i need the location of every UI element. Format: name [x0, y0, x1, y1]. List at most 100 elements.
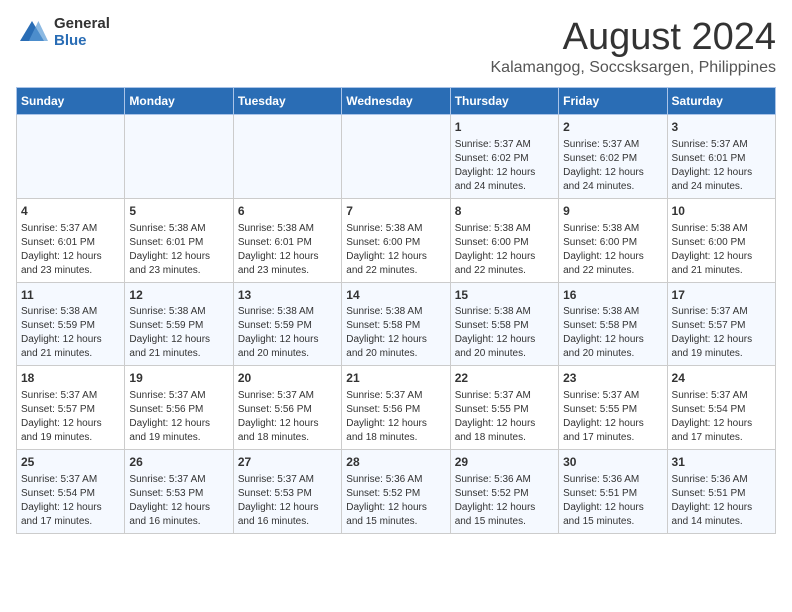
- day-number: 11: [21, 287, 120, 304]
- calendar-cell: 23Sunrise: 5:37 AM Sunset: 5:55 PM Dayli…: [559, 366, 667, 450]
- day-info: Sunrise: 5:38 AM Sunset: 5:58 PM Dayligh…: [346, 305, 445, 361]
- calendar-cell: 15Sunrise: 5:38 AM Sunset: 5:58 PM Dayli…: [450, 282, 558, 366]
- day-info: Sunrise: 5:38 AM Sunset: 6:00 PM Dayligh…: [563, 222, 662, 278]
- calendar-week-row: 11Sunrise: 5:38 AM Sunset: 5:59 PM Dayli…: [17, 282, 776, 366]
- calendar-cell: [342, 115, 450, 199]
- logo-blue-label: Blue: [54, 33, 110, 50]
- weekday-header-tuesday: Tuesday: [233, 88, 341, 115]
- day-info: Sunrise: 5:36 AM Sunset: 5:51 PM Dayligh…: [563, 473, 662, 529]
- calendar-cell: 6 Sunrise: 5:38 AM Sunset: 6:01 PM Daylig…: [233, 198, 341, 282]
- logo: General Blue: [16, 16, 110, 49]
- day-info: Sunrise: 5:36 AM Sunset: 5:52 PM Dayligh…: [346, 473, 445, 529]
- day-number: 8: [455, 203, 554, 220]
- day-number: 5: [129, 203, 228, 220]
- day-info: Sunrise: 5:38 AM Sunset: 5:59 PM Dayligh…: [238, 305, 337, 361]
- calendar-cell: 22Sunrise: 5:37 AM Sunset: 5:55 PM Dayli…: [450, 366, 558, 450]
- day-number: 25: [21, 454, 120, 471]
- day-info: Sunrise: 5:37 AM Sunset: 5:54 PM Dayligh…: [21, 473, 120, 529]
- calendar-week-row: 4Sunrise: 5:37 AM Sunset: 6:01 PM Daylig…: [17, 198, 776, 282]
- calendar-cell: 28 Sunrise: 5:36 AM Sunset: 5:52 PM Dayli…: [342, 450, 450, 534]
- calendar-cell: 25 Sunrise: 5:37 AM Sunset: 5:54 PM Dayli…: [17, 450, 125, 534]
- day-number: 14: [346, 287, 445, 304]
- day-info: Sunrise: 5:37 AM Sunset: 6:01 PM Dayligh…: [672, 138, 771, 194]
- weekday-header-monday: Monday: [125, 88, 233, 115]
- day-number: 27: [238, 454, 337, 471]
- calendar-cell: 30Sunrise: 5:36 AM Sunset: 5:51 PM Dayli…: [559, 450, 667, 534]
- day-info: Sunrise: 5:37 AM Sunset: 6:02 PM Dayligh…: [455, 138, 554, 194]
- day-number: 21: [346, 370, 445, 387]
- weekday-header-wednesday: Wednesday: [342, 88, 450, 115]
- day-info: Sunrise: 5:38 AM Sunset: 6:00 PM Dayligh…: [455, 222, 554, 278]
- title-block: August 2024 Kalamangog, Soccsksargen, Ph…: [491, 16, 777, 77]
- calendar-cell: 24 Sunrise: 5:37 AM Sunset: 5:54 PM Dayli…: [667, 366, 775, 450]
- calendar-cell: [233, 115, 341, 199]
- calendar-cell: 11Sunrise: 5:38 AM Sunset: 5:59 PM Dayli…: [17, 282, 125, 366]
- location-subtitle: Kalamangog, Soccsksargen, Philippines: [491, 59, 777, 77]
- day-number: 20: [238, 370, 337, 387]
- day-info: Sunrise: 5:37 AM Sunset: 5:53 PM Dayligh…: [129, 473, 228, 529]
- day-info: Sunrise: 5:37 AM Sunset: 5:53 PM Dayligh…: [238, 473, 337, 529]
- weekday-header-sunday: Sunday: [17, 88, 125, 115]
- calendar-cell: 9 Sunrise: 5:38 AM Sunset: 6:00 PM Daylig…: [559, 198, 667, 282]
- day-number: 19: [129, 370, 228, 387]
- day-info: Sunrise: 5:37 AM Sunset: 5:57 PM Dayligh…: [21, 389, 120, 445]
- day-number: 1: [455, 119, 554, 136]
- calendar-cell: 19 Sunrise: 5:37 AM Sunset: 5:56 PM Dayli…: [125, 366, 233, 450]
- weekday-header-friday: Friday: [559, 88, 667, 115]
- day-info: Sunrise: 5:38 AM Sunset: 5:58 PM Dayligh…: [455, 305, 554, 361]
- calendar-cell: 13Sunrise: 5:38 AM Sunset: 5:59 PM Dayli…: [233, 282, 341, 366]
- calendar-cell: 2Sunrise: 5:37 AM Sunset: 6:02 PM Daylig…: [559, 115, 667, 199]
- day-info: Sunrise: 5:38 AM Sunset: 5:58 PM Dayligh…: [563, 305, 662, 361]
- calendar-cell: 31Sunrise: 5:36 AM Sunset: 5:51 PM Dayli…: [667, 450, 775, 534]
- day-number: 9: [563, 203, 662, 220]
- calendar-table: SundayMondayTuesdayWednesdayThursdayFrid…: [16, 87, 776, 534]
- day-info: Sunrise: 5:37 AM Sunset: 5:56 PM Dayligh…: [129, 389, 228, 445]
- calendar-week-row: 25 Sunrise: 5:37 AM Sunset: 5:54 PM Dayli…: [17, 450, 776, 534]
- calendar-cell: 20 Sunrise: 5:37 AM Sunset: 5:56 PM Dayli…: [233, 366, 341, 450]
- calendar-cell: [125, 115, 233, 199]
- calendar-cell: 1 Sunrise: 5:37 AM Sunset: 6:02 PM Daylig…: [450, 115, 558, 199]
- weekday-header-saturday: Saturday: [667, 88, 775, 115]
- day-number: 26: [129, 454, 228, 471]
- day-number: 7: [346, 203, 445, 220]
- day-number: 15: [455, 287, 554, 304]
- calendar-cell: 18Sunrise: 5:37 AM Sunset: 5:57 PM Dayli…: [17, 366, 125, 450]
- calendar-cell: 14Sunrise: 5:38 AM Sunset: 5:58 PM Dayli…: [342, 282, 450, 366]
- day-info: Sunrise: 5:38 AM Sunset: 5:59 PM Dayligh…: [21, 305, 120, 361]
- logo-text: General Blue: [54, 16, 110, 49]
- weekday-header-thursday: Thursday: [450, 88, 558, 115]
- calendar-week-row: 18Sunrise: 5:37 AM Sunset: 5:57 PM Dayli…: [17, 366, 776, 450]
- day-number: 3: [672, 119, 771, 136]
- day-number: 23: [563, 370, 662, 387]
- day-number: 17: [672, 287, 771, 304]
- day-info: Sunrise: 5:38 AM Sunset: 6:01 PM Dayligh…: [129, 222, 228, 278]
- day-info: Sunrise: 5:37 AM Sunset: 5:54 PM Dayligh…: [672, 389, 771, 445]
- day-number: 13: [238, 287, 337, 304]
- day-info: Sunrise: 5:37 AM Sunset: 5:56 PM Dayligh…: [238, 389, 337, 445]
- day-number: 28: [346, 454, 445, 471]
- calendar-cell: 21Sunrise: 5:37 AM Sunset: 5:56 PM Dayli…: [342, 366, 450, 450]
- calendar-cell: 10Sunrise: 5:38 AM Sunset: 6:00 PM Dayli…: [667, 198, 775, 282]
- calendar-cell: 27 Sunrise: 5:37 AM Sunset: 5:53 PM Dayli…: [233, 450, 341, 534]
- day-number: 6: [238, 203, 337, 220]
- day-number: 31: [672, 454, 771, 471]
- calendar-cell: 29 Sunrise: 5:36 AM Sunset: 5:52 PM Dayli…: [450, 450, 558, 534]
- weekday-header-row: SundayMondayTuesdayWednesdayThursdayFrid…: [17, 88, 776, 115]
- calendar-cell: 4Sunrise: 5:37 AM Sunset: 6:01 PM Daylig…: [17, 198, 125, 282]
- day-info: Sunrise: 5:38 AM Sunset: 5:59 PM Dayligh…: [129, 305, 228, 361]
- calendar-cell: [17, 115, 125, 199]
- month-year-title: August 2024: [491, 16, 777, 59]
- calendar-cell: 26 Sunrise: 5:37 AM Sunset: 5:53 PM Dayli…: [125, 450, 233, 534]
- day-number: 16: [563, 287, 662, 304]
- day-number: 29: [455, 454, 554, 471]
- logo-general-label: General: [54, 16, 110, 33]
- calendar-cell: 7Sunrise: 5:38 AM Sunset: 6:00 PM Daylig…: [342, 198, 450, 282]
- day-number: 12: [129, 287, 228, 304]
- day-info: Sunrise: 5:36 AM Sunset: 5:52 PM Dayligh…: [455, 473, 554, 529]
- page-header: General Blue August 2024 Kalamangog, Soc…: [16, 16, 776, 77]
- calendar-cell: 12Sunrise: 5:38 AM Sunset: 5:59 PM Dayli…: [125, 282, 233, 366]
- day-info: Sunrise: 5:38 AM Sunset: 6:01 PM Dayligh…: [238, 222, 337, 278]
- day-number: 24: [672, 370, 771, 387]
- day-info: Sunrise: 5:38 AM Sunset: 6:00 PM Dayligh…: [672, 222, 771, 278]
- calendar-cell: 3 Sunrise: 5:37 AM Sunset: 6:01 PM Daylig…: [667, 115, 775, 199]
